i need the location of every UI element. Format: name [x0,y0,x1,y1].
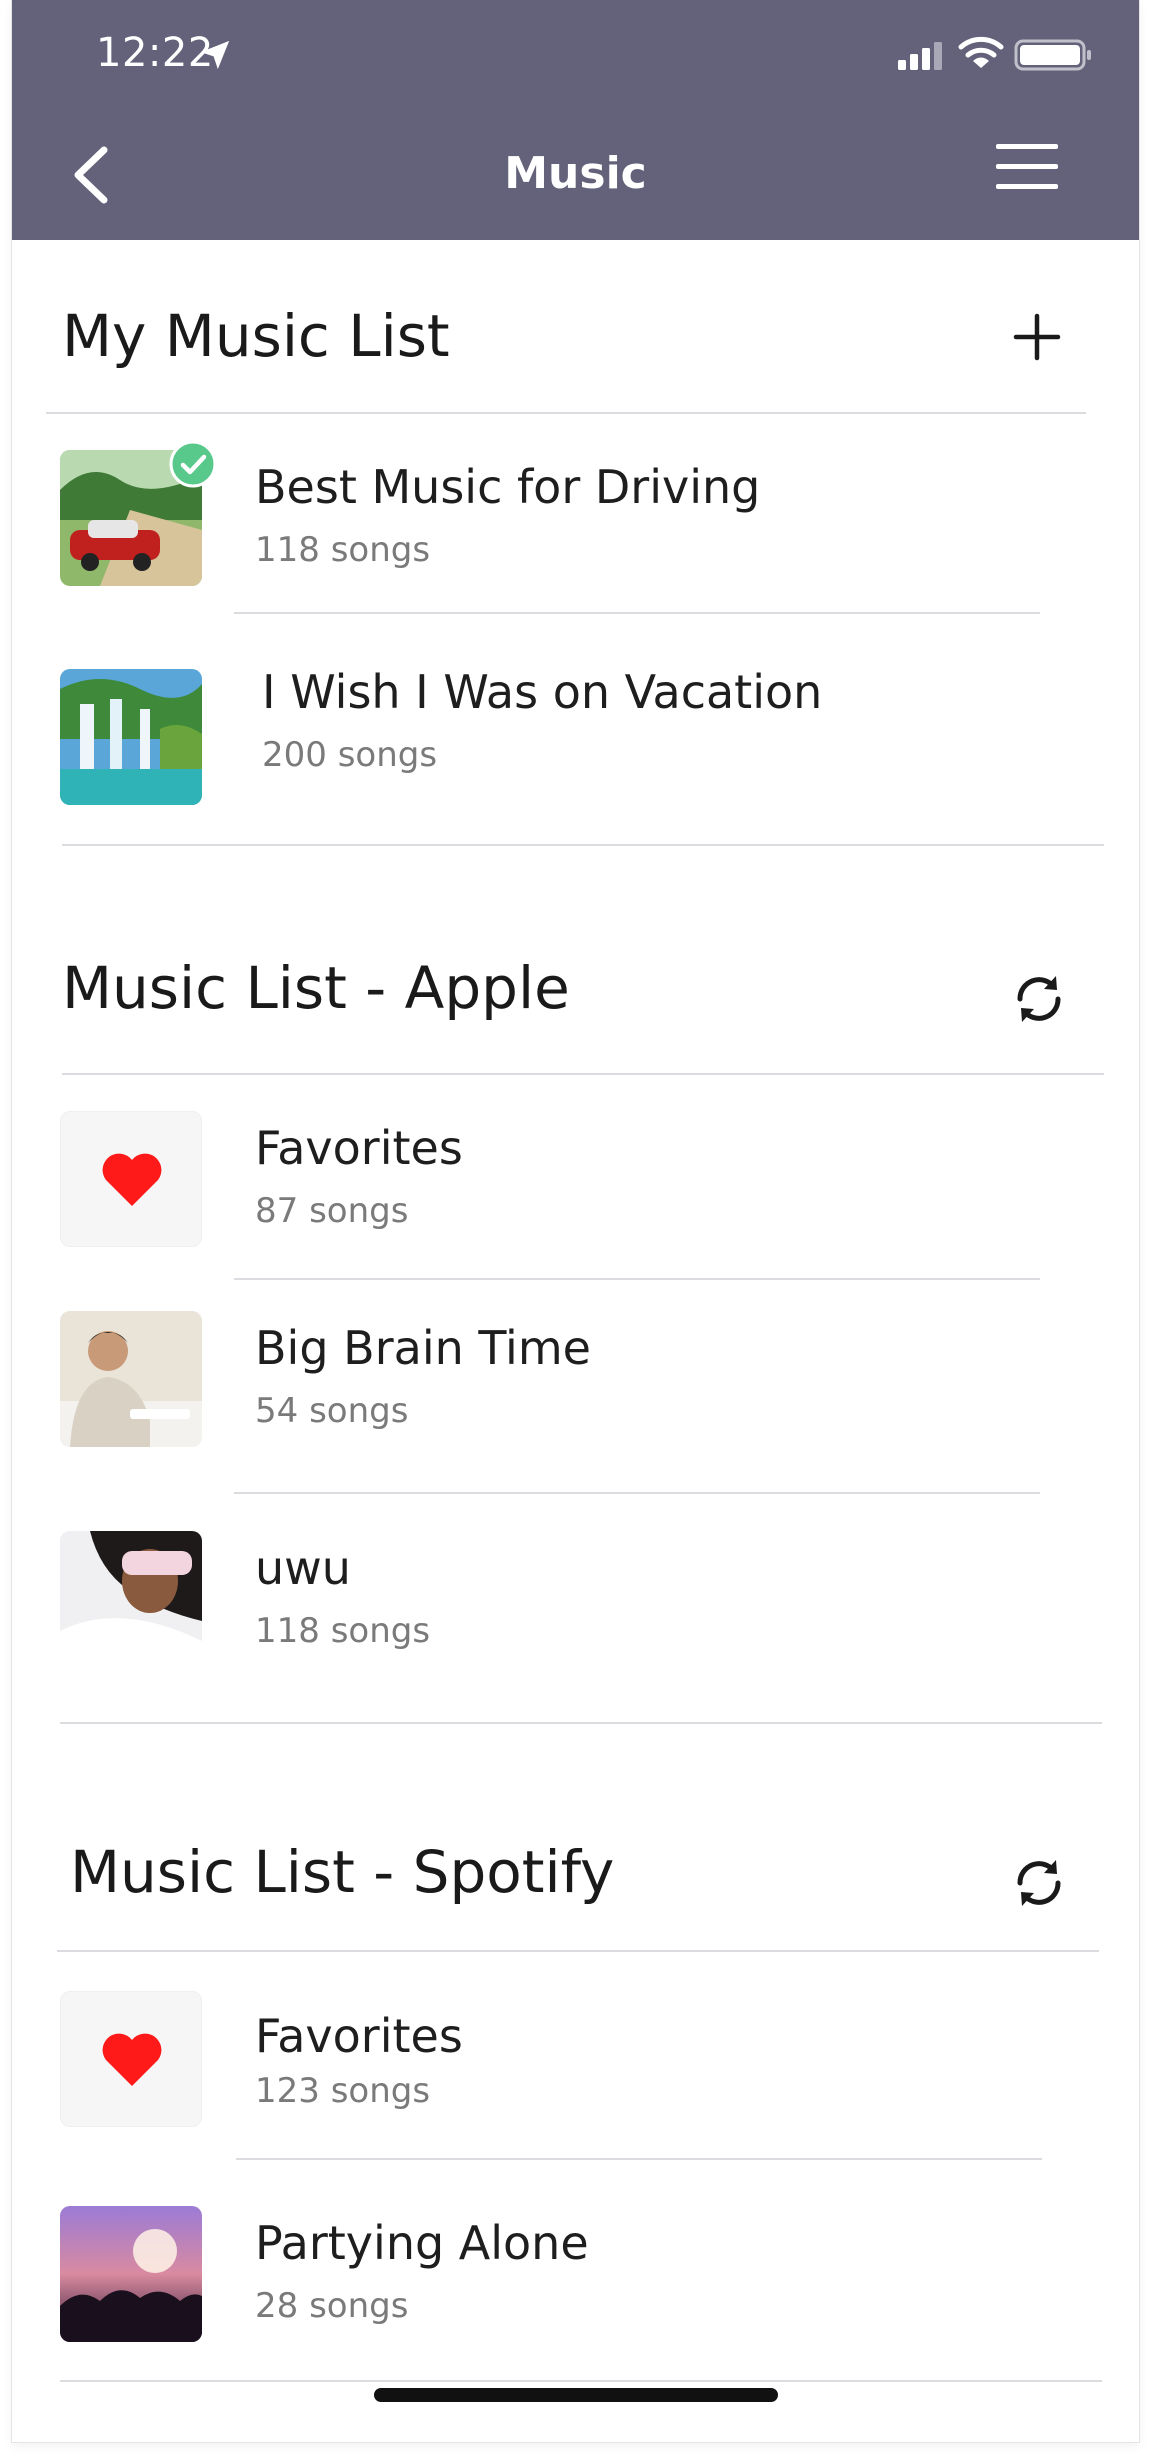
divider [60,1722,1102,1724]
favorites-thumbnail [60,1111,202,1247]
heart-icon [102,1153,162,1206]
list-item-title: Favorites [255,2009,463,2063]
list-item-i-wish-i-was-on-vacation[interactable]: I Wish I Was on Vacation 200 songs [12,645,1139,815]
section-title-spotify: Music List - Spotify [70,1838,615,1906]
list-item-subtitle: 118 songs [255,1611,431,1651]
list-item-title: Big Brain Time [255,1321,591,1375]
status-time: 12:22 [96,30,214,76]
list-item-apple-favorites[interactable]: Favorites 87 songs [12,1105,1139,1275]
hamburger-menu-button[interactable] [992,140,1062,196]
list-item-uwu[interactable]: uwu 118 songs [12,1525,1139,1695]
sync-apple-button[interactable] [1010,970,1068,1028]
section-title-my-music-list: My Music List [62,302,450,370]
phone-screen: 12:22 Music My Music List Best Music for… [12,0,1139,2442]
divider [62,1073,1104,1075]
favorites-thumbnail [60,1991,202,2127]
list-item-best-music-for-driving[interactable]: Best Music for Driving 118 songs [12,440,1139,610]
divider [60,2380,1102,2382]
list-item-subtitle: 87 songs [255,1191,409,1231]
divider [62,844,1104,846]
battery-icon [1014,39,1091,71]
list-item-title: Best Music for Driving [255,460,761,514]
selected-check-badge-icon [169,440,217,488]
divider [236,2158,1042,2160]
list-item-subtitle: 118 songs [255,530,431,570]
waterfall-thumbnail [60,669,202,805]
home-indicator[interactable] [374,2388,778,2402]
divider [234,1492,1040,1494]
divider [234,1278,1040,1280]
list-item-title: uwu [255,1541,351,1595]
page-title: Music [504,148,647,199]
studying-man-thumbnail [60,1311,202,1447]
location-arrow-icon [200,40,230,70]
divider [57,1950,1099,1952]
list-item-title: Partying Alone [255,2216,589,2270]
sync-spotify-button[interactable] [1010,1854,1068,1912]
app-header: 12:22 Music [12,0,1139,240]
add-playlist-button[interactable] [1012,312,1062,362]
list-item-title: Favorites [255,1121,463,1175]
list-item-big-brain-time[interactable]: Big Brain Time 54 songs [12,1305,1139,1475]
list-item-partying-alone[interactable]: Partying Alone 28 songs [12,2200,1139,2370]
list-item-subtitle: 200 songs [262,735,438,775]
list-item-subtitle: 28 songs [255,2286,409,2326]
divider [46,412,1086,414]
list-item-subtitle: 54 songs [255,1391,409,1431]
concert-crowd-thumbnail [60,2206,202,2342]
divider [234,612,1040,614]
list-item-spotify-favorites[interactable]: Favorites 123 songs [12,1985,1139,2155]
list-item-title: I Wish I Was on Vacation [262,665,823,719]
sleeping-woman-thumbnail [60,1531,202,1667]
list-item-subtitle: 123 songs [255,2071,431,2111]
heart-icon [102,2033,162,2086]
cellular-signal-icon [898,42,942,70]
section-title-apple: Music List - Apple [62,954,570,1022]
wifi-icon [958,36,1004,68]
